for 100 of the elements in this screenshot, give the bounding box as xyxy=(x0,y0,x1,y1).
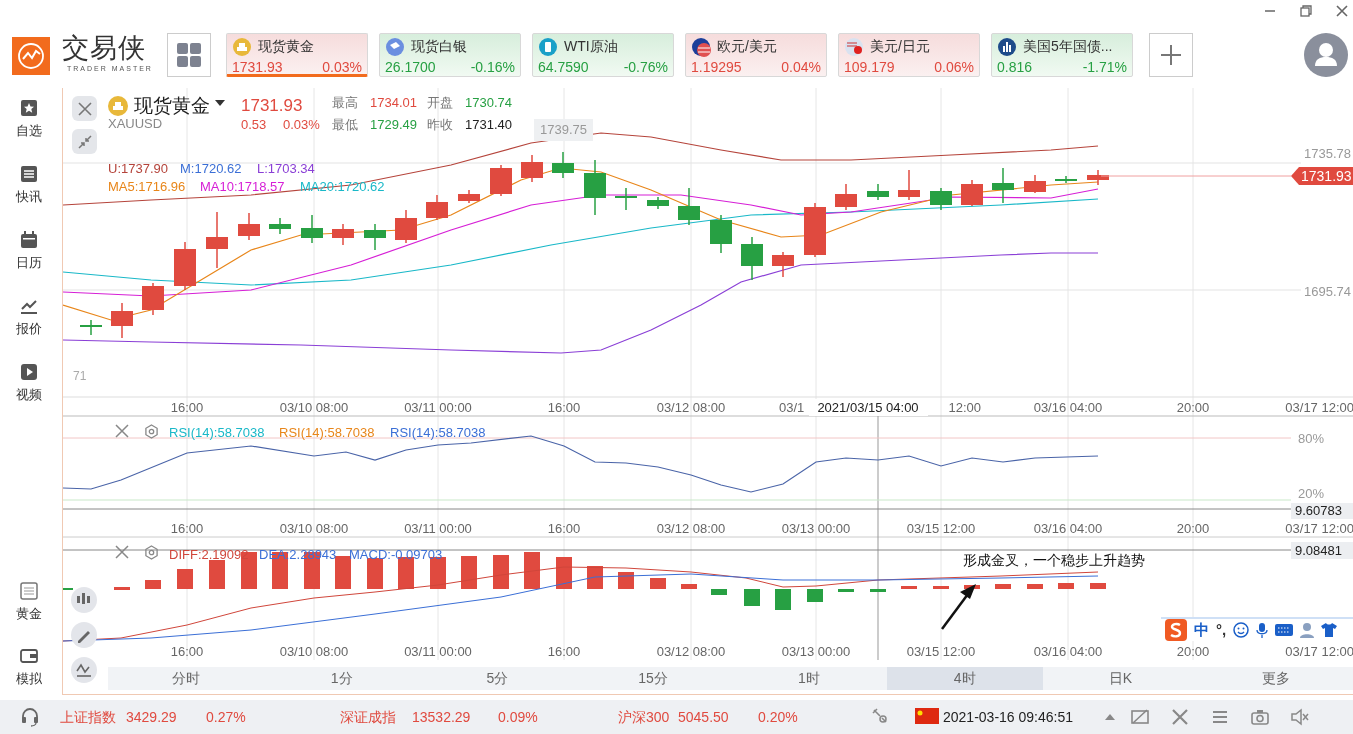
peak-label: 1739.75 xyxy=(534,119,593,141)
timeframe-tab[interactable]: 15分 xyxy=(575,667,731,690)
axis-label: 03/16 04:00 xyxy=(1033,400,1103,415)
stat-label: 最低 xyxy=(332,116,358,134)
axis-label: 03/17 12:00 xyxy=(1285,644,1353,659)
camera-icon[interactable] xyxy=(1250,707,1270,727)
microphone-icon[interactable] xyxy=(1256,622,1269,638)
axis-label: 16:00 xyxy=(547,400,581,415)
candlestick xyxy=(710,214,732,254)
settings-icon[interactable] xyxy=(144,424,159,439)
play-icon xyxy=(19,362,39,382)
quote-tab[interactable]: 美元/日元 109.179 0.06% xyxy=(838,33,980,77)
quote-change: 0.04% xyxy=(781,58,821,77)
histogram-bar xyxy=(398,557,414,589)
axis-label: 03/16 04:00 xyxy=(1033,521,1103,536)
axis-label: 03/10 08:00 xyxy=(279,521,349,536)
axis-label: 16:00 xyxy=(170,400,204,415)
legend-text: MA10:1718.57 xyxy=(200,178,285,196)
headset-icon[interactable] xyxy=(20,707,40,727)
candlestick xyxy=(835,183,857,211)
quote-name: 现货黄金 xyxy=(258,37,314,56)
legend-text: M:1720.62 xyxy=(180,160,242,178)
value-label: 9.08481 xyxy=(1291,542,1353,559)
sidebar-item[interactable]: 模拟 xyxy=(0,646,58,689)
index-name[interactable]: 沪深300 xyxy=(618,707,670,728)
histogram-bar xyxy=(744,589,760,606)
axis-label: 03/12 08:00 xyxy=(656,644,726,659)
calendar-icon xyxy=(19,230,39,250)
quote-tab[interactable]: 现货黄金 1731.93 0.03% xyxy=(226,33,368,77)
axis-label: 03/11 00:00 xyxy=(404,521,472,536)
quote-price: 1731.93 xyxy=(232,58,283,77)
close-button[interactable] xyxy=(72,96,97,121)
axis-label: 03/16 04:00 xyxy=(1033,644,1103,659)
caret-icon[interactable] xyxy=(215,100,225,106)
collapse-button[interactable] xyxy=(72,129,97,154)
close-icon[interactable] xyxy=(115,545,129,559)
grid-button[interactable] xyxy=(167,33,211,77)
settings-icon[interactable] xyxy=(144,545,159,560)
screen-off-icon[interactable] xyxy=(1130,707,1150,727)
ime-mode-text[interactable]: 中 xyxy=(1194,618,1209,642)
timeframe-tab[interactable]: 1时 xyxy=(731,667,887,690)
quote-price: 26.1700 xyxy=(385,58,436,77)
sidebar-item[interactable]: 日历 xyxy=(0,230,58,273)
candlestick xyxy=(395,209,417,244)
candlestick xyxy=(458,189,480,204)
timeframe-tab[interactable]: 日K xyxy=(1042,667,1199,690)
quote-tab[interactable]: WTI原油 64.7590 -0.76% xyxy=(532,33,674,77)
axis-label: 20% xyxy=(1298,486,1325,501)
quote-name: 欧元/美元 xyxy=(717,37,777,56)
pencil-icon[interactable] xyxy=(71,622,97,648)
person-icon[interactable] xyxy=(1300,622,1315,638)
candlestick xyxy=(615,187,637,211)
logo-icon[interactable] xyxy=(1165,619,1187,641)
candlestick xyxy=(521,154,543,183)
histogram-bar xyxy=(681,584,697,589)
sidebar-item[interactable]: 快讯 xyxy=(0,164,58,207)
quote-tab[interactable]: 美国5年国债... 0.816 -1.71% xyxy=(991,33,1133,77)
index-name[interactable]: 深证成指 xyxy=(340,707,396,728)
axis-label: 03/13 00:00 xyxy=(781,644,851,659)
axis-label: 12:00 xyxy=(948,400,981,415)
sidebar-item[interactable]: 视频 xyxy=(0,362,58,405)
candlestick-icon[interactable] xyxy=(71,587,97,613)
keyboard-icon[interactable] xyxy=(1275,624,1294,636)
axis-label: 03/11 00:00 xyxy=(404,400,472,415)
ime-mode-text[interactable]: °, xyxy=(1216,618,1227,642)
sidebar-item[interactable]: 报价 xyxy=(0,296,58,339)
sidebar-item[interactable]: 自选 xyxy=(0,98,58,141)
quote-tab[interactable]: 欧元/美元 1.19295 0.04% xyxy=(685,33,827,77)
candlestick xyxy=(1055,175,1077,184)
candlestick xyxy=(992,167,1014,204)
close-icon[interactable] xyxy=(1335,4,1349,18)
quote-price: 109.179 xyxy=(844,58,895,77)
restore-icon[interactable] xyxy=(1299,4,1313,18)
axis-label: 71 xyxy=(73,369,87,383)
shrink-icon xyxy=(77,135,92,150)
index-name[interactable]: 上证指数 xyxy=(60,707,116,728)
axis-label: 80% xyxy=(1298,431,1325,446)
timeframe-tab[interactable]: 1分 xyxy=(263,667,420,690)
timeframe-tab[interactable]: 4时 xyxy=(886,667,1043,690)
timeframe-tab[interactable]: 5分 xyxy=(419,667,576,690)
candlestick xyxy=(364,223,386,251)
close-icon[interactable] xyxy=(115,424,129,438)
histogram-bar xyxy=(493,555,509,589)
quote-change: -1.71% xyxy=(1082,58,1127,77)
candlestick xyxy=(678,187,700,226)
quote-price: 64.7590 xyxy=(538,58,589,77)
axis-label: 03/17 12:00 xyxy=(1285,400,1353,415)
shirt-icon[interactable] xyxy=(1321,623,1338,637)
quote-tab[interactable]: 现货白银 26.1700 -0.16% xyxy=(379,33,521,77)
line-chart-icon[interactable] xyxy=(71,657,97,683)
smiley-icon[interactable] xyxy=(1233,622,1250,638)
sidebar-item[interactable]: 黄金 xyxy=(0,581,58,624)
axis-label: 03/13 00:00 xyxy=(781,521,851,536)
timeframe-tab[interactable]: 更多 xyxy=(1198,667,1353,690)
legend-text: U:1737.90 xyxy=(108,160,168,178)
histogram-bar xyxy=(901,586,917,589)
timeframe-tab[interactable]: 分时 xyxy=(108,667,264,690)
add-button[interactable] xyxy=(1149,33,1193,77)
mute-icon[interactable] xyxy=(1290,707,1310,727)
avatar-icon[interactable] xyxy=(1304,33,1348,77)
